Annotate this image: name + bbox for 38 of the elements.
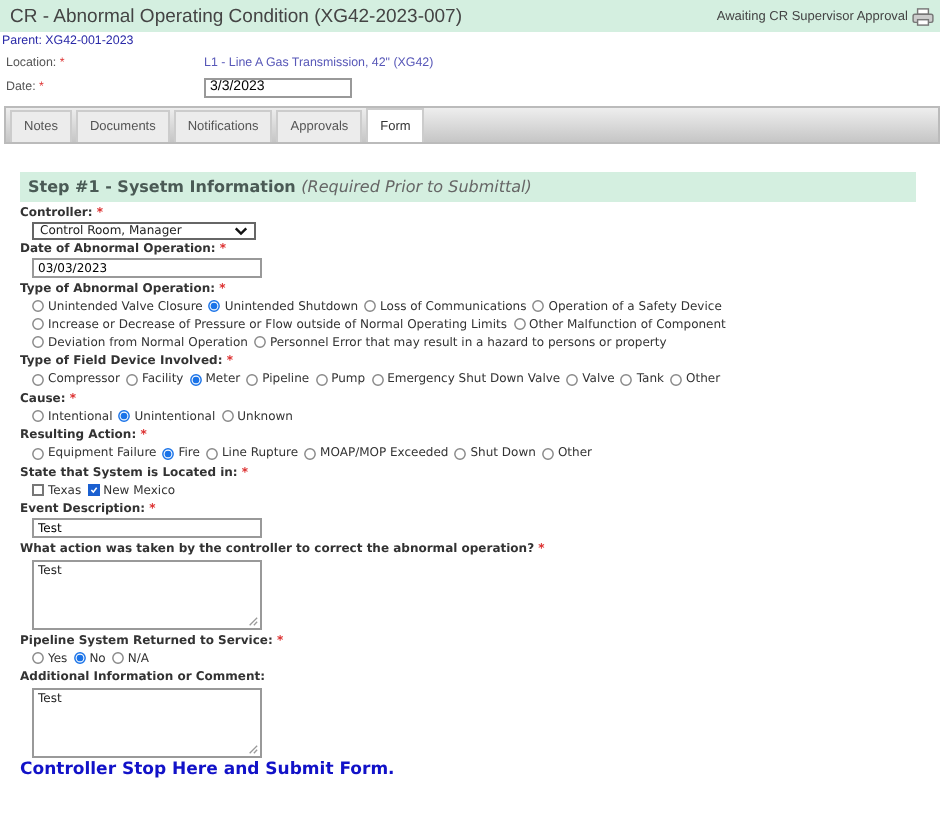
radio-button[interactable] xyxy=(315,373,328,385)
radio-button[interactable] xyxy=(32,318,44,330)
checkbox[interactable] xyxy=(32,484,44,496)
radio-button[interactable] xyxy=(246,373,259,385)
record-title: CR - Abnormal Operating Condition (XG42-2023-007) xyxy=(10,5,463,27)
caret-icon xyxy=(234,225,248,235)
radio-button[interactable] xyxy=(364,300,377,312)
section-title: Step #1 - Sysetm Information (Required Prior to Submittal) xyxy=(28,178,532,196)
radio-button[interactable] xyxy=(304,447,317,459)
radio-button[interactable] xyxy=(670,373,682,385)
radio-button[interactable] xyxy=(532,300,545,312)
radio-button[interactable] xyxy=(208,300,221,312)
radio-button[interactable] xyxy=(189,373,202,385)
radio-button[interactable] xyxy=(32,447,44,459)
radio-button[interactable] xyxy=(32,373,44,385)
radio-button[interactable] xyxy=(513,318,525,330)
radio-button[interactable] xyxy=(73,652,86,664)
submit-instruction: Controller Stop Here and Submit Form. xyxy=(20,760,397,780)
resize-grip-icon[interactable] xyxy=(248,615,258,625)
radio-button[interactable] xyxy=(205,447,218,459)
radio-button[interactable] xyxy=(111,652,124,664)
radio-button[interactable] xyxy=(125,373,138,385)
radio-button[interactable] xyxy=(32,410,44,422)
resize-grip-icon[interactable] xyxy=(248,744,258,754)
radio-button[interactable] xyxy=(32,300,44,312)
radio-button[interactable] xyxy=(566,373,579,385)
radio-button[interactable] xyxy=(221,410,234,422)
radio-button[interactable] xyxy=(620,373,633,385)
radio-button[interactable] xyxy=(162,447,175,459)
radio-button[interactable] xyxy=(32,336,44,348)
checkbox[interactable] xyxy=(87,484,100,496)
radio-button[interactable] xyxy=(253,336,266,348)
radio-button[interactable] xyxy=(118,410,131,422)
radio-button[interactable] xyxy=(32,652,44,664)
printer-icon[interactable] xyxy=(912,7,934,25)
radio-button[interactable] xyxy=(371,373,384,385)
radio-button[interactable] xyxy=(454,447,467,459)
radio-button[interactable] xyxy=(541,447,554,459)
